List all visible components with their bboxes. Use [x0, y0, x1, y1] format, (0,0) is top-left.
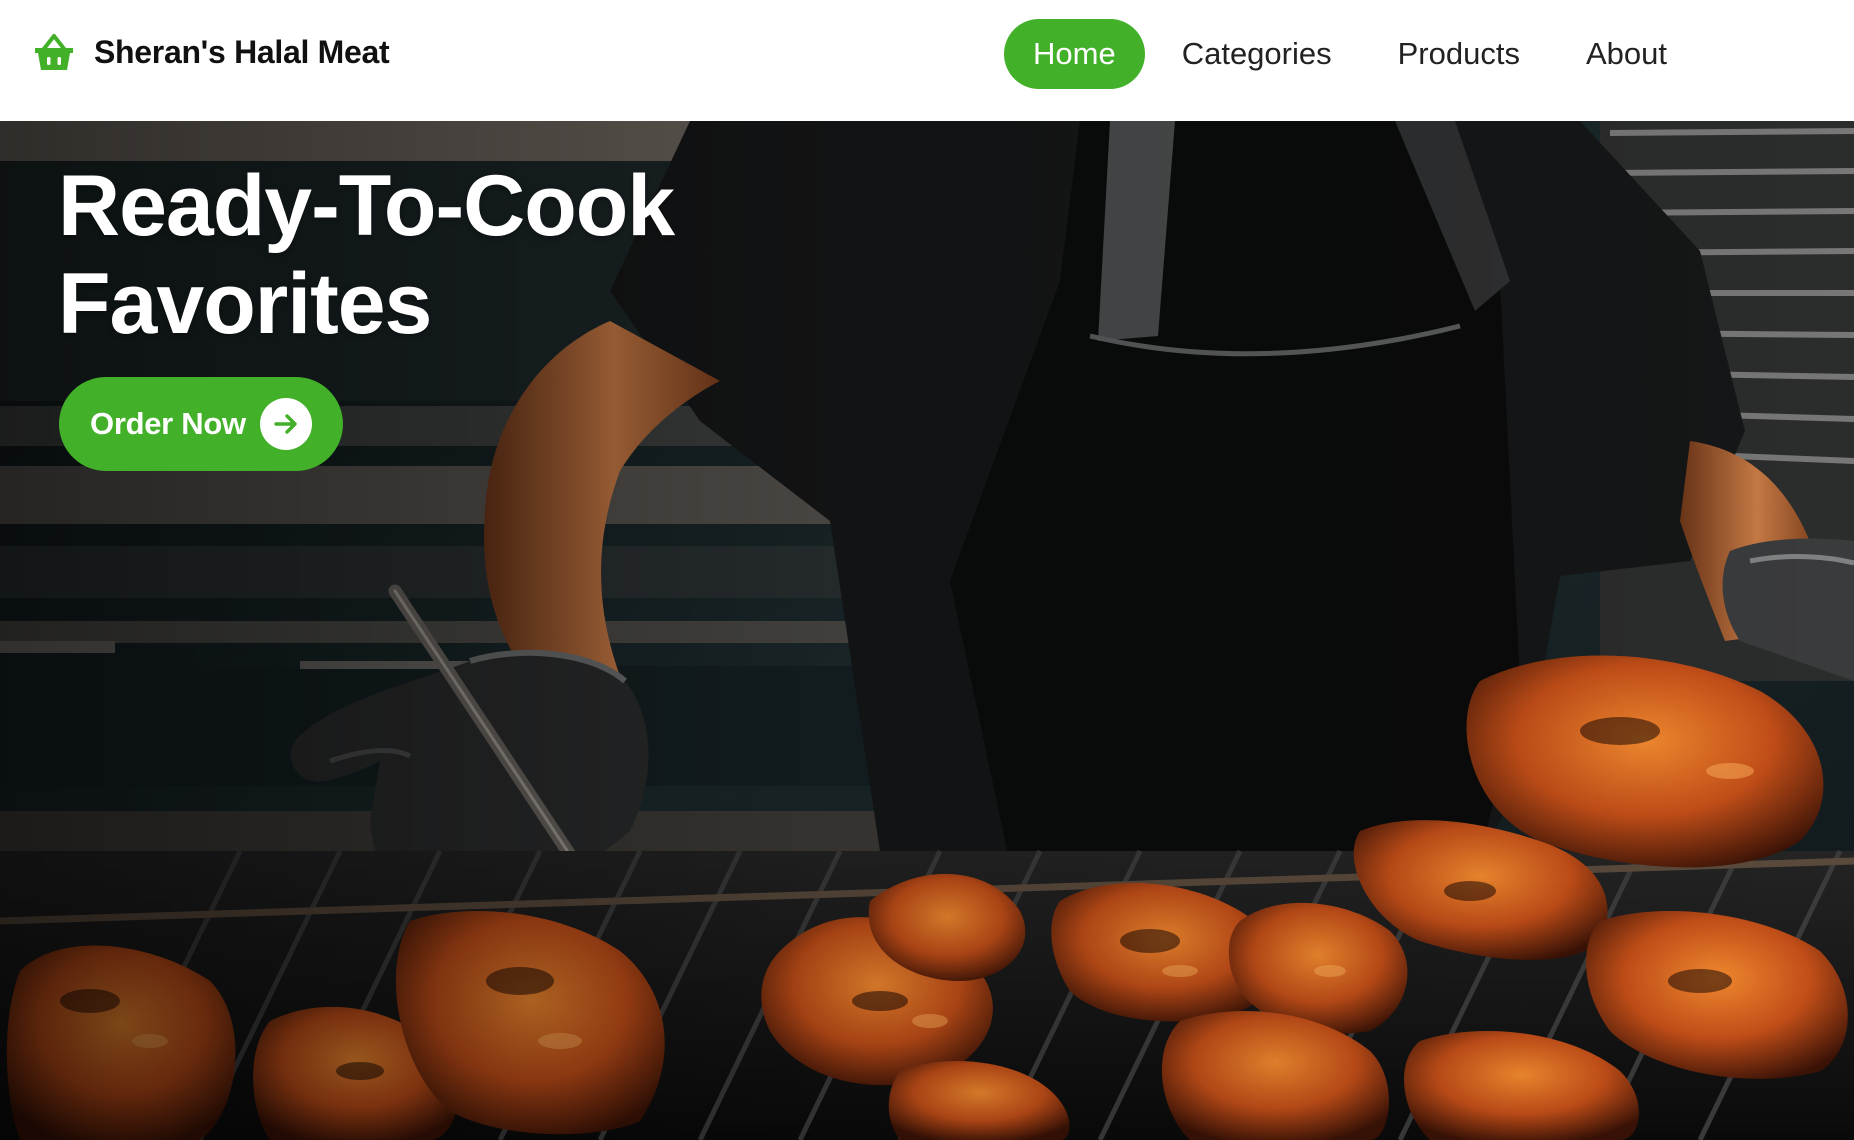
- order-now-button[interactable]: Order Now: [59, 377, 343, 471]
- hero-title: Ready-To-Cook Favorites: [58, 157, 675, 353]
- hero-title-line-2: Favorites: [58, 256, 432, 352]
- brand-logo-link[interactable]: Sheran's Halal Meat: [32, 30, 390, 74]
- nav-link-home[interactable]: Home: [1004, 19, 1145, 89]
- shopping-basket-icon: [35, 34, 73, 70]
- main-nav: Home Categories Products About: [1004, 19, 1696, 89]
- hero-title-line-1: Ready-To-Cook: [58, 158, 675, 254]
- nav-link-products[interactable]: Products: [1369, 19, 1549, 89]
- nav-link-about[interactable]: About: [1557, 19, 1696, 89]
- arrow-right-icon: [260, 398, 312, 450]
- navbar: Sheran's Halal Meat Home Categories Prod…: [0, 0, 1854, 121]
- nav-link-categories[interactable]: Categories: [1153, 19, 1361, 89]
- order-now-label: Order Now: [90, 406, 246, 441]
- brand-name: Sheran's Halal Meat: [94, 33, 390, 70]
- hero-section: Ready-To-Cook Favorites Order Now: [0, 121, 1854, 1140]
